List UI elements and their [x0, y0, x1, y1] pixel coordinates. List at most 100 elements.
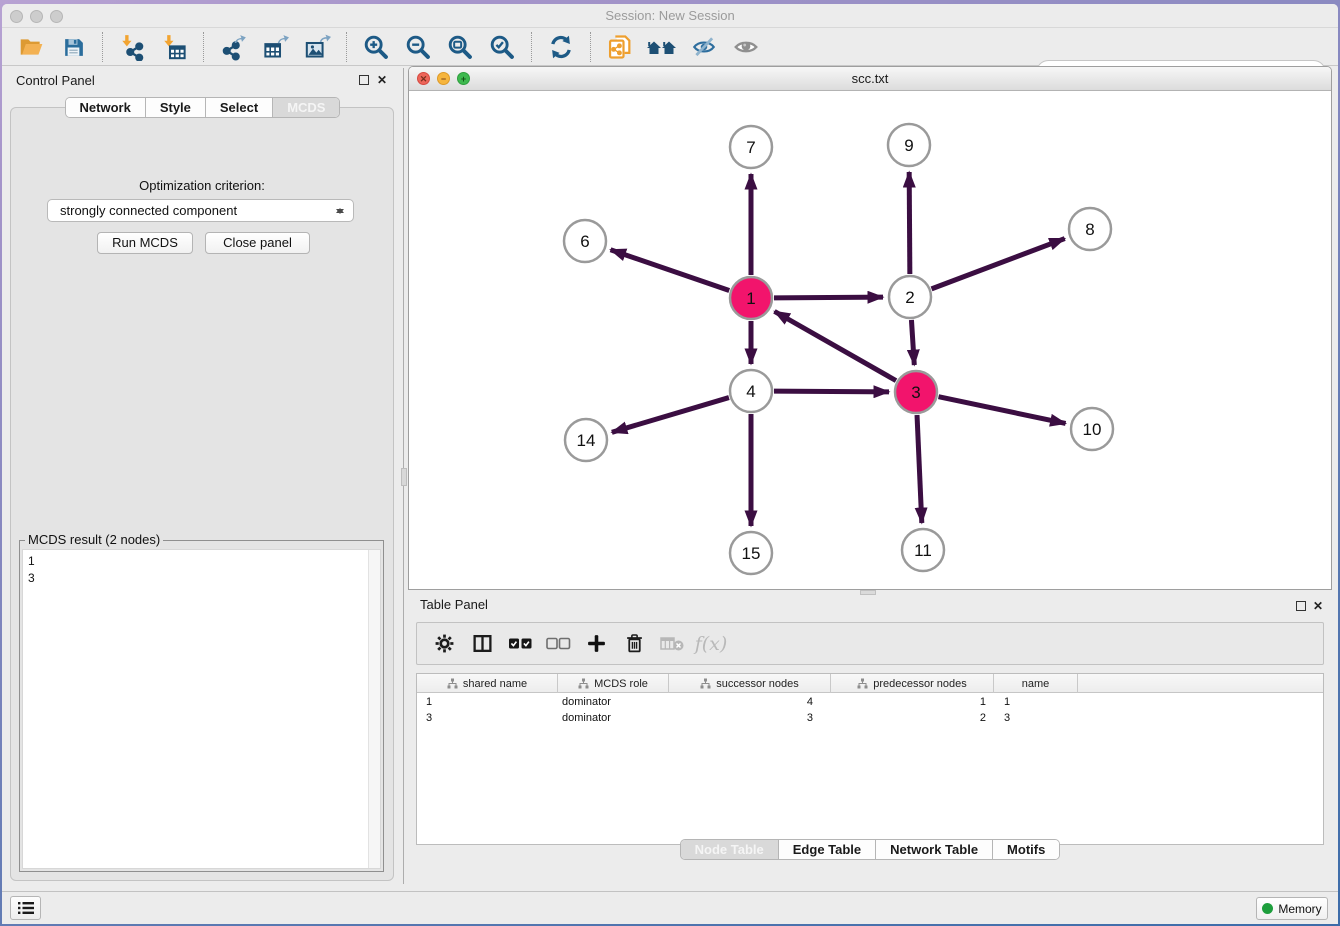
- graph-edge[interactable]: [909, 172, 910, 274]
- graph-node[interactable]: [895, 371, 937, 413]
- table-cell[interactable]: 1: [417, 694, 558, 710]
- apply-layout-icon[interactable]: [543, 31, 579, 63]
- graph-node[interactable]: [1069, 208, 1111, 250]
- graph-edge[interactable]: [911, 320, 914, 365]
- graph-node[interactable]: [565, 419, 607, 461]
- mcds-result-text: 1 3: [28, 553, 35, 587]
- graph-node[interactable]: [902, 529, 944, 571]
- optimization-dropdown[interactable]: strongly connected component: [47, 199, 354, 222]
- table-row[interactable]: 1dominator411: [417, 694, 1323, 710]
- tab-style[interactable]: Style: [146, 98, 206, 117]
- dropdown-value: strongly connected component: [60, 203, 237, 218]
- column-header-successor-nodes[interactable]: successor nodes: [669, 674, 831, 693]
- task-history-button[interactable]: [10, 896, 41, 920]
- table-row[interactable]: 3dominator323: [417, 710, 1323, 726]
- zoom-out-icon[interactable]: [400, 31, 436, 63]
- graph-node[interactable]: [730, 370, 772, 412]
- close-panel-button[interactable]: ✕: [375, 73, 389, 87]
- graph-node[interactable]: [730, 126, 772, 168]
- export-image-icon[interactable]: [299, 31, 335, 63]
- mcds-result-area[interactable]: 1 3: [22, 549, 381, 869]
- list-icon: [17, 901, 35, 915]
- show-eye-icon[interactable]: [728, 31, 764, 63]
- table-cell[interactable]: 1: [831, 694, 994, 710]
- mcds-result-box: MCDS result (2 nodes) 1 3: [19, 540, 384, 872]
- column-label: successor nodes: [716, 678, 799, 690]
- graph-edge[interactable]: [932, 239, 1065, 289]
- table-cell[interactable]: 1: [994, 694, 1078, 710]
- column-header-name[interactable]: name: [994, 674, 1078, 693]
- delete-column-icon[interactable]: [619, 629, 649, 659]
- table-cell[interactable]: 4: [669, 694, 831, 710]
- tab-node-table[interactable]: Node Table: [681, 840, 779, 859]
- float-panel-button[interactable]: [359, 75, 369, 85]
- save-session-icon[interactable]: [55, 31, 91, 63]
- zoom-selected-icon[interactable]: [484, 31, 520, 63]
- close-table-panel-button[interactable]: ✕: [1311, 599, 1325, 613]
- graph-edge[interactable]: [939, 397, 1066, 424]
- memory-button[interactable]: Memory: [1256, 897, 1328, 920]
- select-all-icon[interactable]: [505, 629, 535, 659]
- close-panel-button-inner[interactable]: Close panel: [205, 232, 310, 254]
- table-cell[interactable]: dominator: [558, 694, 669, 710]
- deselect-all-icon[interactable]: [543, 629, 573, 659]
- clone-network-icon[interactable]: [602, 31, 638, 63]
- export-table-icon[interactable]: [257, 31, 293, 63]
- table-options-icon[interactable]: [429, 629, 459, 659]
- graph-node[interactable]: [888, 124, 930, 166]
- graph-edge[interactable]: [774, 311, 896, 380]
- graph-node[interactable]: [889, 276, 931, 318]
- tab-select[interactable]: Select: [206, 98, 273, 117]
- float-table-panel-button[interactable]: [1296, 601, 1306, 611]
- graph-edge[interactable]: [917, 415, 922, 523]
- graph-edge[interactable]: [774, 391, 889, 392]
- table-cell[interactable]: 3: [417, 710, 558, 726]
- memory-status-dot: [1262, 903, 1273, 914]
- control-panel: Control Panel ✕ Optimization criterion: …: [8, 68, 397, 884]
- splitter-grip[interactable]: [401, 468, 407, 486]
- open-file-icon[interactable]: [13, 31, 49, 63]
- show-columns-icon[interactable]: [467, 629, 497, 659]
- control-panel-title: Control Panel: [16, 73, 95, 88]
- run-mcds-button[interactable]: Run MCDS: [97, 232, 193, 254]
- zoom-fit-icon[interactable]: [442, 31, 478, 63]
- add-column-icon[interactable]: [581, 629, 611, 659]
- status-bar: Memory: [2, 891, 1338, 924]
- graph-node[interactable]: [1071, 408, 1113, 450]
- graph-edge[interactable]: [774, 297, 883, 298]
- tab-motifs[interactable]: Motifs: [993, 840, 1059, 859]
- main-titlebar: Session: New Session: [2, 4, 1338, 28]
- tab-network-table[interactable]: Network Table: [876, 840, 993, 859]
- column-header-MCDS-role[interactable]: MCDS role: [558, 674, 669, 693]
- table-cell[interactable]: 2: [831, 710, 994, 726]
- table-cell[interactable]: 3: [994, 710, 1078, 726]
- table-panel: Table Panel ✕: [408, 594, 1332, 888]
- tab-network[interactable]: Network: [66, 98, 146, 117]
- hierarchy-icon: [447, 678, 458, 689]
- table-cell[interactable]: 3: [669, 710, 831, 726]
- table-cell[interactable]: dominator: [558, 710, 669, 726]
- graph-node[interactable]: [564, 220, 606, 262]
- import-network-icon[interactable]: [114, 31, 150, 63]
- import-table-icon[interactable]: [156, 31, 192, 63]
- graph-edge[interactable]: [611, 250, 730, 291]
- home-view-icon[interactable]: [644, 31, 680, 63]
- tab-mcds[interactable]: MCDS: [273, 98, 339, 117]
- column-header-predecessor-nodes[interactable]: predecessor nodes: [831, 674, 994, 693]
- tab-edge-table[interactable]: Edge Table: [779, 840, 876, 859]
- graph-node[interactable]: [730, 277, 772, 319]
- zoom-in-icon[interactable]: [358, 31, 394, 63]
- graph-edge[interactable]: [612, 398, 729, 433]
- result-scrollbar[interactable]: [368, 550, 380, 868]
- panel-splitter[interactable]: [401, 68, 407, 884]
- network-title: scc.txt: [409, 71, 1331, 86]
- network-titlebar[interactable]: ✕ − + scc.txt: [409, 67, 1331, 91]
- table-body: 1dominator4113dominator323: [417, 694, 1323, 844]
- graph-node[interactable]: [730, 532, 772, 574]
- network-canvas[interactable]: 7968124314101511: [409, 91, 1331, 589]
- toolbar-separator: [531, 32, 532, 62]
- hide-eye-icon[interactable]: [686, 31, 722, 63]
- export-network-icon[interactable]: [215, 31, 251, 63]
- network-graph[interactable]: 7968124314101511: [409, 91, 1331, 589]
- column-header-shared-name[interactable]: shared name: [417, 674, 558, 693]
